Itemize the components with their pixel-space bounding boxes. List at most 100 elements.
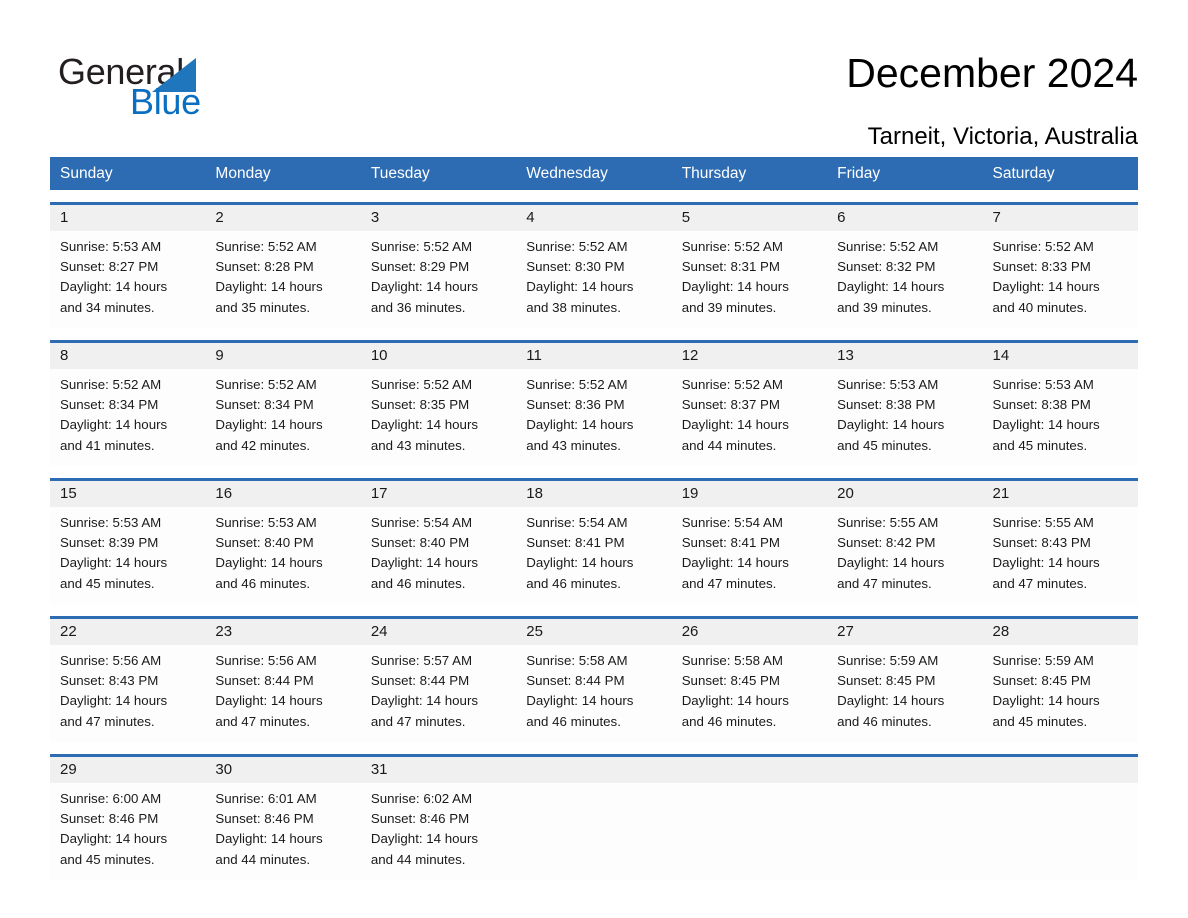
day-number[interactable]: 17 <box>361 481 516 507</box>
daylight-text-line1: Daylight: 14 hours <box>370 831 479 847</box>
sunset-text: Sunset: 8:40 PM <box>215 535 314 551</box>
daylight-text-line1: Daylight: 14 hours <box>370 279 479 295</box>
sunrise-text: Sunrise: 5:54 AM <box>681 515 783 530</box>
day-cell[interactable]: Sunrise: 6:02 AM Sunset: 8:46 PM Dayligh… <box>361 783 516 880</box>
day-cell[interactable]: Sunrise: 5:52 AM Sunset: 8:28 PM Dayligh… <box>205 231 360 328</box>
day-cell-empty <box>516 783 671 880</box>
day-number[interactable]: 3 <box>361 205 516 231</box>
day-number[interactable]: 28 <box>983 619 1138 645</box>
day-number[interactable]: 16 <box>205 481 360 507</box>
day-number[interactable]: 1 <box>50 205 205 231</box>
daylight-text-line2: and 46 minutes. <box>526 713 621 729</box>
daylight-text-line2: and 38 minutes. <box>526 299 621 315</box>
day-cell[interactable]: Sunrise: 5:52 AM Sunset: 8:34 PM Dayligh… <box>205 369 360 466</box>
day-number[interactable]: 27 <box>827 619 982 645</box>
day-cell[interactable]: Sunrise: 5:52 AM Sunset: 8:36 PM Dayligh… <box>516 369 671 466</box>
sunrise-text: Sunrise: 5:58 AM <box>526 653 628 668</box>
daylight-text-line1: Daylight: 14 hours <box>992 279 1100 295</box>
day-cell-empty <box>983 783 1138 880</box>
day-cell[interactable]: Sunrise: 5:56 AM Sunset: 8:44 PM Dayligh… <box>205 645 360 742</box>
day-number[interactable]: 23 <box>205 619 360 645</box>
day-cell[interactable]: Sunrise: 5:52 AM Sunset: 8:35 PM Dayligh… <box>361 369 516 466</box>
day-number[interactable]: 6 <box>827 205 982 231</box>
day-cell[interactable]: Sunrise: 5:53 AM Sunset: 8:38 PM Dayligh… <box>827 369 982 466</box>
day-number[interactable]: 2 <box>205 205 360 231</box>
day-cell[interactable]: Sunrise: 6:00 AM Sunset: 8:46 PM Dayligh… <box>50 783 205 880</box>
day-number[interactable]: 18 <box>516 481 671 507</box>
day-number[interactable]: 5 <box>672 205 827 231</box>
day-cell[interactable]: Sunrise: 5:54 AM Sunset: 8:40 PM Dayligh… <box>361 507 516 604</box>
day-cell[interactable]: Sunrise: 5:53 AM Sunset: 8:40 PM Dayligh… <box>205 507 360 604</box>
sunset-text: Sunset: 8:41 PM <box>526 535 625 551</box>
daylight-text-line1: Daylight: 14 hours <box>215 279 323 295</box>
day-number[interactable]: 11 <box>516 343 671 369</box>
day-cell[interactable]: Sunrise: 5:52 AM Sunset: 8:32 PM Dayligh… <box>827 231 982 328</box>
day-number[interactable]: 15 <box>50 481 205 507</box>
day-number[interactable]: 24 <box>361 619 516 645</box>
daylight-text-line1: Daylight: 14 hours <box>837 417 945 433</box>
weekday-header-tuesday: Tuesday <box>370 165 430 182</box>
daylight-text-line2: and 45 minutes. <box>837 437 932 453</box>
daylight-text-line2: and 45 minutes. <box>992 437 1088 453</box>
daylight-text-line1: Daylight: 14 hours <box>992 555 1100 571</box>
day-cell[interactable]: Sunrise: 5:58 AM Sunset: 8:44 PM Dayligh… <box>516 645 671 742</box>
day-number[interactable]: 12 <box>672 343 827 369</box>
day-cell[interactable]: Sunrise: 5:59 AM Sunset: 8:45 PM Dayligh… <box>983 645 1138 742</box>
week-detail-band: Sunrise: 5:52 AM Sunset: 8:34 PM Dayligh… <box>50 369 1138 466</box>
day-number[interactable]: 21 <box>983 481 1138 507</box>
day-cell[interactable]: Sunrise: 5:59 AM Sunset: 8:45 PM Dayligh… <box>827 645 982 742</box>
day-cell[interactable]: Sunrise: 5:52 AM Sunset: 8:29 PM Dayligh… <box>361 231 516 328</box>
day-cell[interactable]: Sunrise: 5:56 AM Sunset: 8:43 PM Dayligh… <box>50 645 205 742</box>
day-cell[interactable]: Sunrise: 5:52 AM Sunset: 8:37 PM Dayligh… <box>672 369 827 466</box>
daylight-text-line1: Daylight: 14 hours <box>681 417 789 433</box>
sunrise-text: Sunrise: 5:52 AM <box>681 239 783 254</box>
day-cell[interactable]: Sunrise: 5:52 AM Sunset: 8:33 PM Dayligh… <box>983 231 1138 328</box>
sunrise-text: Sunrise: 5:55 AM <box>837 515 939 530</box>
calendar-week-row: 15 16 17 18 19 20 21 Sunrise: 5:53 AM Su… <box>50 478 1138 604</box>
generalblue-logo[interactable]: General Blue <box>58 52 288 122</box>
day-number[interactable]: 29 <box>50 757 205 783</box>
daylight-text-line2: and 45 minutes. <box>60 851 155 867</box>
daylight-text-line1: Daylight: 14 hours <box>370 555 479 571</box>
day-number[interactable]: 26 <box>672 619 827 645</box>
day-cell[interactable]: Sunrise: 5:54 AM Sunset: 8:41 PM Dayligh… <box>516 507 671 604</box>
daylight-text-line2: and 44 minutes. <box>370 851 466 867</box>
day-cell[interactable]: Sunrise: 5:54 AM Sunset: 8:41 PM Dayligh… <box>672 507 827 604</box>
day-cell[interactable]: Sunrise: 5:53 AM Sunset: 8:27 PM Dayligh… <box>50 231 205 328</box>
sunrise-text: Sunrise: 5:53 AM <box>837 377 939 392</box>
sunrise-text: Sunrise: 5:52 AM <box>837 239 939 254</box>
day-cell[interactable]: Sunrise: 5:52 AM Sunset: 8:31 PM Dayligh… <box>672 231 827 328</box>
daylight-text-line2: and 39 minutes. <box>681 299 777 315</box>
daylight-text-line2: and 47 minutes. <box>60 713 155 729</box>
day-cell[interactable]: Sunrise: 5:55 AM Sunset: 8:42 PM Dayligh… <box>827 507 982 604</box>
day-number[interactable]: 14 <box>983 343 1138 369</box>
day-number[interactable]: 25 <box>516 619 671 645</box>
day-cell-empty <box>827 783 982 880</box>
day-cell[interactable]: Sunrise: 5:58 AM Sunset: 8:45 PM Dayligh… <box>672 645 827 742</box>
day-number[interactable]: 9 <box>205 343 360 369</box>
day-cell[interactable]: Sunrise: 5:55 AM Sunset: 8:43 PM Dayligh… <box>983 507 1138 604</box>
day-number[interactable]: 7 <box>983 205 1138 231</box>
day-number[interactable]: 19 <box>672 481 827 507</box>
day-cell[interactable]: Sunrise: 5:57 AM Sunset: 8:44 PM Dayligh… <box>361 645 516 742</box>
day-number[interactable]: 30 <box>205 757 360 783</box>
day-number[interactable]: 8 <box>50 343 205 369</box>
sunset-text: Sunset: 8:45 PM <box>992 673 1091 689</box>
daylight-text-line2: and 46 minutes. <box>370 575 466 591</box>
sunset-text: Sunset: 8:46 PM <box>215 811 314 827</box>
sunrise-text: Sunrise: 5:52 AM <box>681 377 783 392</box>
day-number[interactable]: 22 <box>50 619 205 645</box>
day-cell[interactable]: Sunrise: 5:53 AM Sunset: 8:38 PM Dayligh… <box>983 369 1138 466</box>
day-number[interactable]: 4 <box>516 205 671 231</box>
calendar-week-row: 22 23 24 25 26 27 28 Sunrise: 5:56 AM Su… <box>50 616 1138 742</box>
sunrise-text: Sunrise: 5:54 AM <box>370 515 473 530</box>
day-number[interactable]: 20 <box>827 481 982 507</box>
day-number[interactable]: 13 <box>827 343 982 369</box>
day-cell[interactable]: Sunrise: 5:52 AM Sunset: 8:30 PM Dayligh… <box>516 231 671 328</box>
daylight-text-line2: and 47 minutes. <box>681 575 777 591</box>
day-cell[interactable]: Sunrise: 6:01 AM Sunset: 8:46 PM Dayligh… <box>205 783 360 880</box>
day-cell[interactable]: Sunrise: 5:52 AM Sunset: 8:34 PM Dayligh… <box>50 369 205 466</box>
day-number[interactable]: 10 <box>361 343 516 369</box>
day-number[interactable]: 31 <box>361 757 516 783</box>
day-cell[interactable]: Sunrise: 5:53 AM Sunset: 8:39 PM Dayligh… <box>50 507 205 604</box>
